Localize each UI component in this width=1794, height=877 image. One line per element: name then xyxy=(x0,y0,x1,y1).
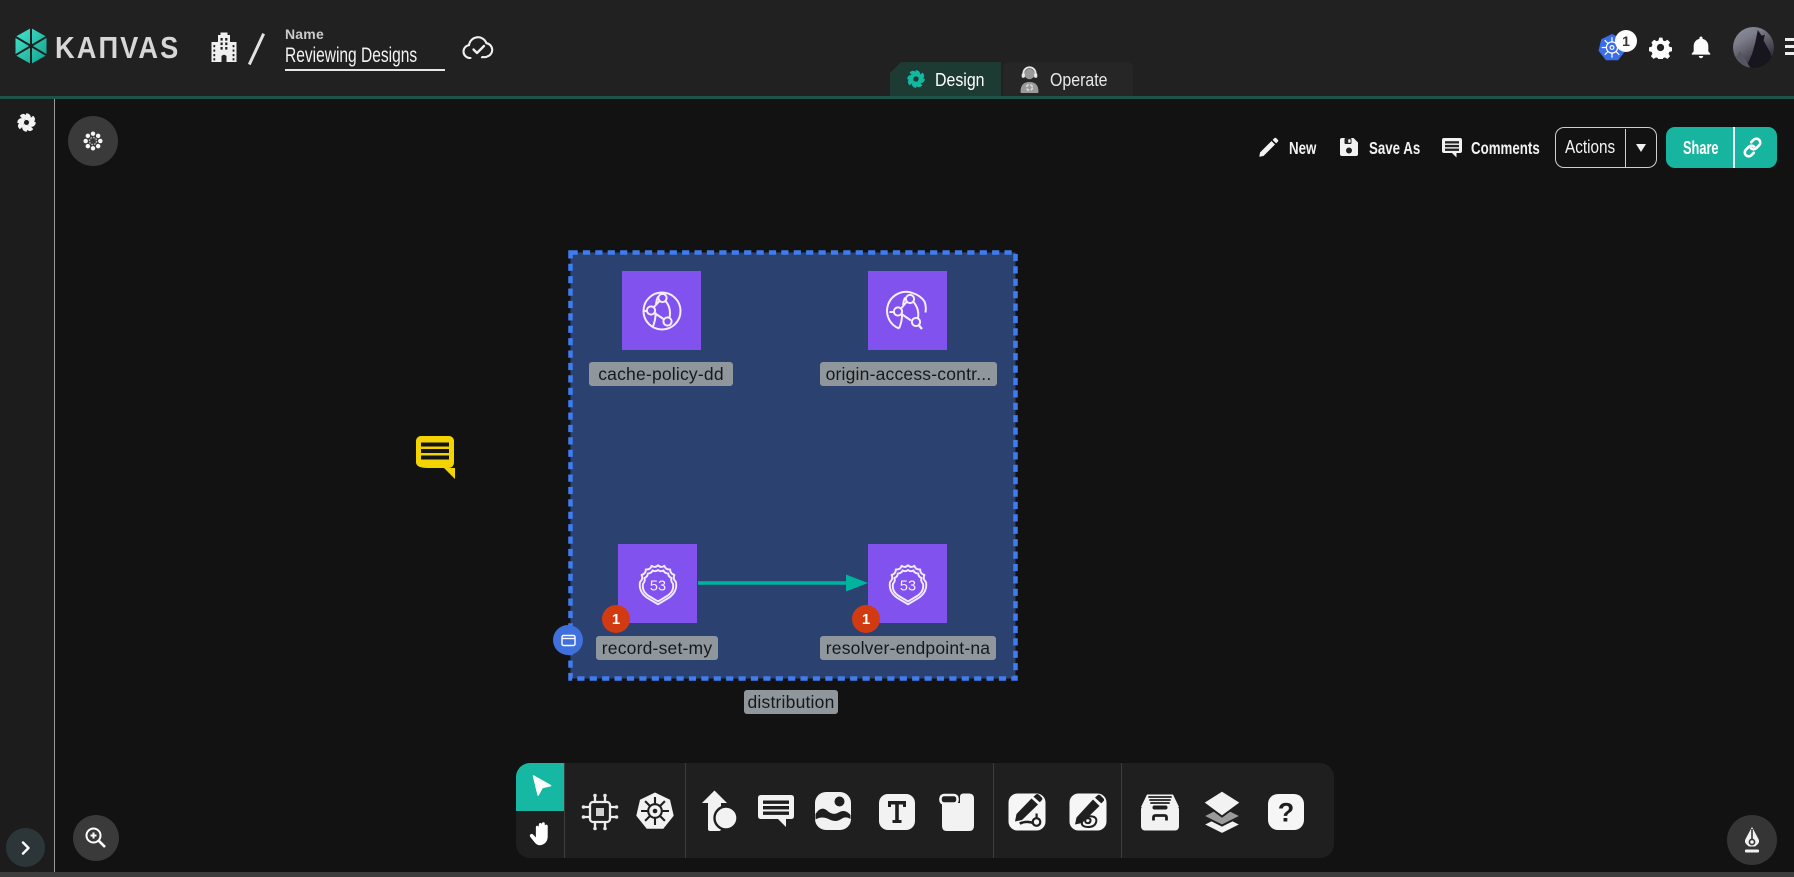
svg-text:53: 53 xyxy=(899,578,915,594)
svg-text:53: 53 xyxy=(649,578,665,594)
svg-text:?: ? xyxy=(1278,798,1295,828)
